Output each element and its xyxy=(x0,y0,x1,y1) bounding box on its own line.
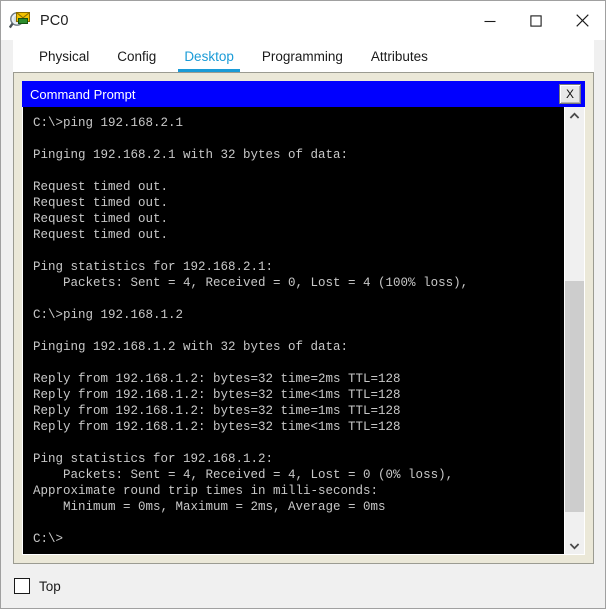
desktop-panel-container: Command Prompt X C:\>ping 192.168.2.1 Pi… xyxy=(1,72,605,564)
scrollbar-up-button[interactable] xyxy=(565,107,584,124)
close-button[interactable] xyxy=(559,1,605,40)
tab-physical[interactable]: Physical xyxy=(25,40,103,72)
close-icon xyxy=(575,14,589,27)
command-prompt-titlebar: Command Prompt X xyxy=(22,81,585,107)
command-prompt-window: Command Prompt X C:\>ping 192.168.2.1 Pi… xyxy=(21,80,586,556)
tab-physical-label: Physical xyxy=(39,48,90,64)
tab-config[interactable]: Config xyxy=(103,40,170,72)
tab-desktop[interactable]: Desktop xyxy=(170,40,248,72)
tab-desktop-label: Desktop xyxy=(184,48,234,64)
tab-config-label: Config xyxy=(117,48,157,64)
tabstrip: Physical Config Desktop Programming Attr… xyxy=(13,40,594,72)
tab-attributes-label: Attributes xyxy=(370,48,428,64)
bottom-bar: Top xyxy=(1,564,605,608)
window-titlebar: PC0 xyxy=(1,1,605,40)
scrollbar-down-button[interactable] xyxy=(565,537,584,554)
command-prompt-title: Command Prompt xyxy=(30,86,136,102)
terminal-row: C:\>ping 192.168.2.1 Pinging 192.168.2.1… xyxy=(22,107,585,555)
terminal-output[interactable]: C:\>ping 192.168.2.1 Pinging 192.168.2.1… xyxy=(23,107,564,554)
pc0-device-window: PC0 Physical Config Desktop Programming … xyxy=(0,0,606,609)
top-checkbox-label: Top xyxy=(39,578,61,594)
minimize-button[interactable] xyxy=(467,1,513,40)
desktop-panel: Command Prompt X C:\>ping 192.168.2.1 Pi… xyxy=(13,72,594,564)
top-checkbox[interactable] xyxy=(14,578,30,594)
command-prompt-close-button[interactable]: X xyxy=(559,84,581,104)
window-controls xyxy=(467,1,605,40)
minimize-icon xyxy=(484,20,496,22)
scrollbar-track[interactable] xyxy=(565,124,584,537)
packet-tracer-device-icon xyxy=(8,10,31,32)
terminal-scrollbar[interactable] xyxy=(564,107,584,554)
tab-attributes[interactable]: Attributes xyxy=(357,40,442,72)
window-title: PC0 xyxy=(40,12,69,29)
tab-programming[interactable]: Programming xyxy=(248,40,357,72)
tabstrip-container: Physical Config Desktop Programming Attr… xyxy=(1,40,605,72)
scrollbar-thumb[interactable] xyxy=(565,280,584,513)
tab-programming-label: Programming xyxy=(261,48,343,64)
chevron-up-icon xyxy=(569,112,580,119)
maximize-icon xyxy=(530,14,542,27)
chevron-down-icon xyxy=(569,542,580,549)
maximize-button[interactable] xyxy=(513,1,559,40)
